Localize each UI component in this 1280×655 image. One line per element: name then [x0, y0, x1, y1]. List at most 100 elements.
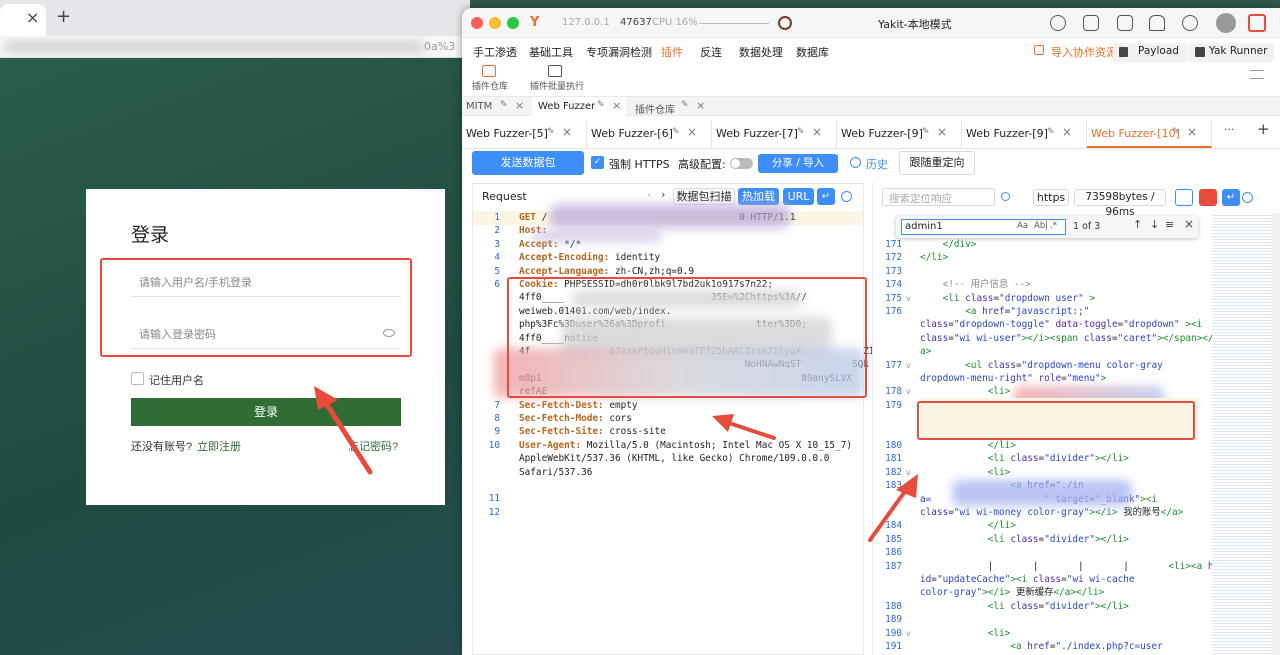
tab-plugin-store[interactable]: 插件仓库	[635, 101, 675, 118]
next-match-icon[interactable]: ↓	[1150, 218, 1159, 231]
history-icon[interactable]	[850, 157, 861, 168]
remember-label: 记住用户名	[149, 375, 204, 387]
menu-basic-tools[interactable]: 基础工具	[529, 44, 573, 60]
packet-scan-button[interactable]: 数据包扫描	[673, 188, 735, 205]
menu-plugins[interactable]: 插件	[661, 44, 683, 60]
edit-icon[interactable]: ✎	[547, 127, 555, 137]
close-icon[interactable]: ×	[515, 99, 524, 112]
scrollbar[interactable]	[1272, 213, 1280, 655]
search-icon[interactable]	[1001, 192, 1010, 201]
force-https-checkbox[interactable]: ✓	[591, 156, 604, 169]
edit-icon[interactable]: ✎	[681, 100, 689, 110]
next-icon[interactable]: ›	[661, 188, 665, 201]
plugin-batch-icon[interactable]	[548, 65, 562, 77]
response-search-input[interactable]: 搜索定位响应	[882, 188, 995, 206]
url-bar[interactable]: 0a%3	[0, 36, 470, 58]
menu-vuln-detection[interactable]: 专项漏洞检测	[586, 44, 652, 60]
edit-icon[interactable]: ✎	[500, 100, 508, 110]
code-token: "javascript:;"	[1010, 306, 1090, 317]
close-icon[interactable]: ×	[687, 125, 697, 139]
close-icon[interactable]: ×	[696, 99, 705, 112]
remember-checkbox[interactable]	[131, 372, 144, 385]
close-icon[interactable]: ×	[812, 125, 822, 139]
wrap-icon[interactable]: ↵	[817, 188, 835, 205]
prev-icon[interactable]: ‹	[647, 188, 651, 201]
minimap[interactable]	[1212, 213, 1272, 655]
wrap-icon[interactable]: ↵	[1222, 189, 1240, 206]
fold-chevron-icon[interactable]: v	[906, 359, 911, 372]
menu-database[interactable]: 数据库	[796, 44, 829, 60]
plugin-store-icon[interactable]	[482, 65, 496, 77]
menu-reverse[interactable]: 反连	[700, 44, 722, 60]
edit-icon[interactable]: ✎	[672, 127, 680, 137]
payload-button[interactable]: Payload	[1113, 43, 1188, 62]
new-tab-button[interactable]: +	[56, 6, 71, 27]
gear-icon[interactable]	[1182, 15, 1198, 31]
url-button[interactable]: URL	[783, 188, 814, 205]
import-icon[interactable]	[1034, 45, 1044, 55]
add-tab-button[interactable]: +	[1257, 120, 1270, 138]
fold-chevron-icon[interactable]: v	[906, 385, 911, 398]
avatar[interactable]	[1216, 13, 1236, 33]
find-in-selection-icon[interactable]: ≡	[1165, 218, 1174, 231]
menu-manual-pentest[interactable]: 手工渗透	[473, 44, 517, 60]
response-editor[interactable]: 171 </div> 172 </li> 173 174 <!-- 用户信息 --> 17…	[872, 238, 1212, 655]
prev-match-icon[interactable]: ↑	[1133, 218, 1142, 231]
tab-webfuzzer-5[interactable]: Web Fuzzer-[10] ✎ ×	[1087, 120, 1212, 148]
close-icon[interactable]: ×	[562, 125, 572, 139]
tab-webfuzzer-4[interactable]: Web Fuzzer-[9] ✎ ×	[962, 120, 1087, 148]
tab-webfuzzer-3[interactable]: Web Fuzzer-[9] ✎ ×	[837, 120, 962, 148]
tab-webfuzzer-0[interactable]: Web Fuzzer-[5] ✎ ×	[462, 120, 587, 148]
minimize-window-button[interactable]	[489, 17, 501, 29]
fold-chevron-icon[interactable]: v	[906, 292, 911, 305]
code-token: <li><a	[1168, 560, 1208, 572]
disconnect-icon[interactable]	[1248, 14, 1266, 32]
close-icon[interactable]: ×	[937, 125, 947, 139]
yak-runner-button[interactable]: Yak Runner	[1189, 43, 1274, 62]
fold-chevron-icon[interactable]: v	[906, 627, 911, 640]
tab-webfuzzer-1[interactable]: Web Fuzzer-[6] ✎ ×	[587, 120, 712, 148]
regex-toggle[interactable]: .*	[1050, 221, 1057, 231]
import-resources-link[interactable]: 导入协作资源	[1051, 44, 1117, 60]
close-icon[interactable]: ×	[1062, 125, 1072, 139]
collapse-menu-icon[interactable]	[1250, 70, 1264, 79]
edit-icon[interactable]: ✎	[922, 127, 930, 137]
bell-icon[interactable]	[1149, 15, 1165, 31]
close-tab-icon[interactable]: ×	[26, 8, 39, 27]
follow-redirect-button[interactable]: 跟随重定向	[899, 151, 975, 175]
advanced-config-toggle[interactable]	[730, 158, 753, 169]
request-editor[interactable]: 1GET / 0 HTTP/1.12Host: 3Accept: */*4Acc…	[472, 211, 881, 641]
help-icon[interactable]	[1050, 15, 1066, 31]
match-case-toggle[interactable]: Aa	[1017, 221, 1028, 231]
tab-webfuzzer-active[interactable]: Web Fuzzer ✎ ×	[532, 97, 626, 117]
more-tabs-button[interactable]: ···	[1224, 123, 1235, 136]
close-find-icon[interactable]: ×	[1184, 217, 1194, 231]
settings-icon[interactable]	[1242, 192, 1253, 203]
share-import-button[interactable]: 分享 / 导入	[758, 154, 838, 173]
format-icon[interactable]	[1175, 189, 1193, 206]
bug-icon[interactable]	[1117, 15, 1133, 31]
maximize-window-button[interactable]	[507, 17, 519, 29]
rocket-icon[interactable]	[1083, 15, 1099, 31]
browser-tab[interactable]: ×	[0, 4, 46, 36]
edit-icon[interactable]: ✎	[1047, 127, 1055, 137]
register-link[interactable]: 立即注册	[197, 438, 241, 454]
plugin-store-label[interactable]: 插件仓库	[472, 79, 508, 92]
close-window-button[interactable]	[471, 17, 483, 29]
delete-icon[interactable]	[1199, 189, 1217, 206]
settings-icon[interactable]	[841, 191, 852, 202]
yak-engine-icon[interactable]	[778, 16, 792, 30]
menu-data-processing[interactable]: 数据处理	[739, 44, 783, 60]
hot-reload-button[interactable]: 热加载	[738, 188, 779, 205]
send-request-button[interactable]: 发送数据包	[472, 151, 584, 175]
whole-word-toggle[interactable]: Ab|	[1034, 221, 1048, 231]
close-icon[interactable]: ×	[1187, 125, 1197, 139]
edit-icon[interactable]: ✎	[597, 100, 605, 110]
history-button[interactable]: 历史	[866, 156, 888, 172]
tab-webfuzzer-2[interactable]: Web Fuzzer-[7] ✎ ×	[712, 120, 837, 148]
edit-icon[interactable]: ✎	[797, 127, 805, 137]
tab-mitm[interactable]: MITM	[466, 101, 492, 118]
edit-icon[interactable]: ✎	[1172, 127, 1180, 137]
close-icon[interactable]: ×	[612, 99, 621, 112]
plugin-batch-label[interactable]: 插件批量执行	[530, 79, 584, 92]
